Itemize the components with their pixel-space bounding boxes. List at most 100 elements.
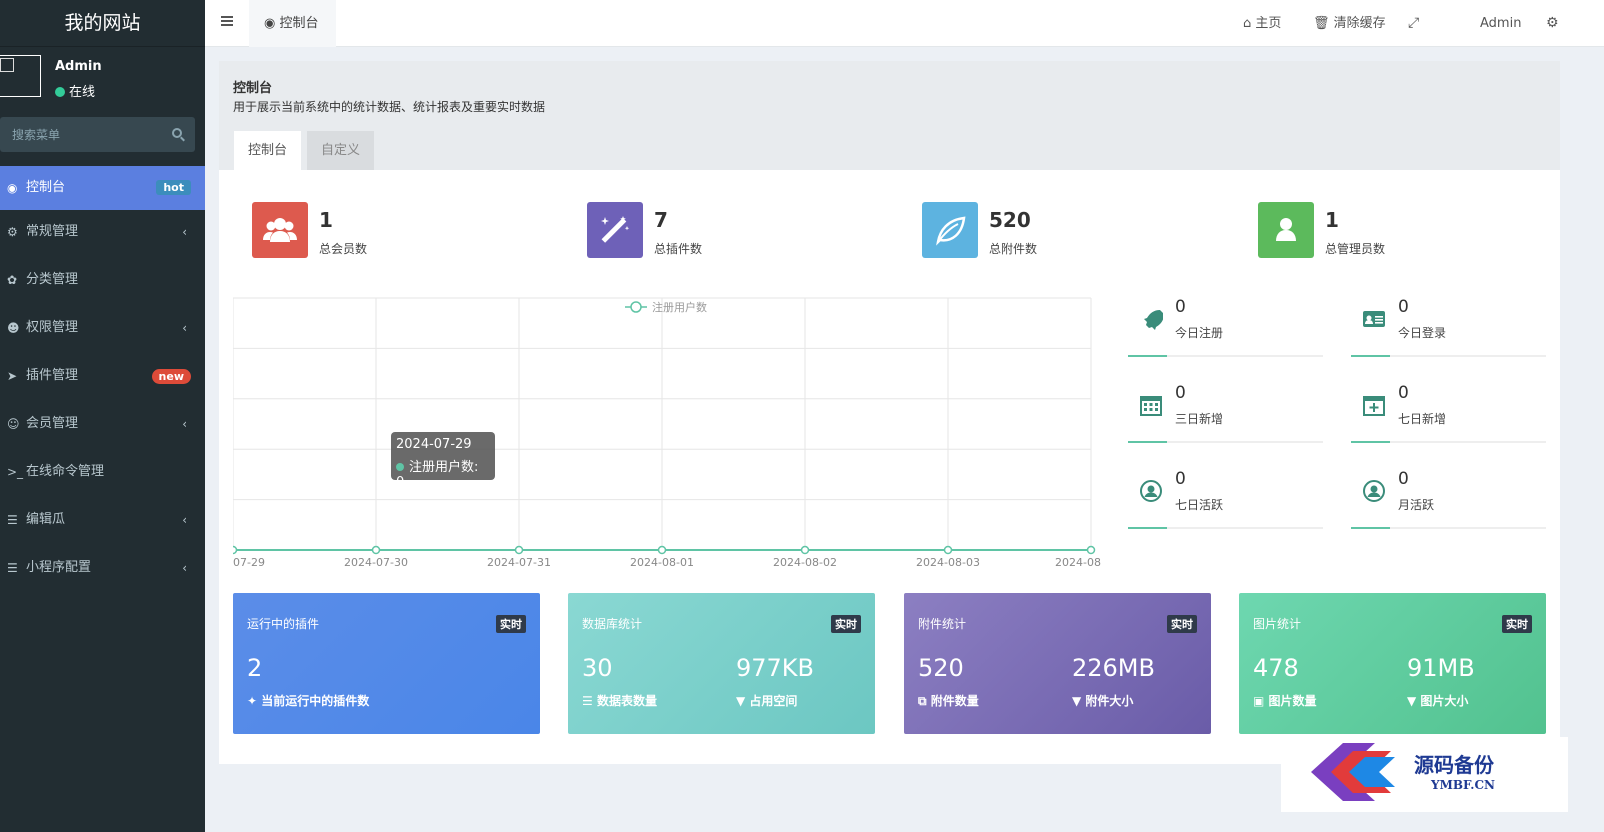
card-left-label-text: 当前运行中的插件数 [261,694,370,708]
tooltip-date: 2024-07-29 [396,437,472,452]
user-circle-icon [1140,480,1162,502]
home-label: 主页 [1255,16,1282,31]
progress-bar [1128,527,1323,529]
data-point [657,545,667,555]
mini-stat-label: 今日注册 [1175,326,1224,340]
mini-stat-value: 0 [1398,297,1409,317]
search-icon[interactable] [172,128,182,138]
stat-label: 总会员数 [319,242,368,256]
database-icon: ☰ [582,694,593,708]
sidebar-item-label: 插件管理 [26,368,79,383]
trash-icon: 🗑 [1313,16,1330,31]
sidebar-item-command[interactable]: >_ 在线命令管理 [0,450,205,498]
progress-bar [1128,441,1323,443]
realtime-badge: 实时 [496,615,526,633]
watermark-logo: 源码备份 YMBF.CN [1281,737,1568,812]
dashboard-icon: ◉ [7,181,18,195]
user-icon [1258,202,1314,258]
line-chart: 07-29 2024-07-30 2024-07-31 2024-08-01 2024-… [228,297,1101,569]
search-placeholder: 搜索菜单 [12,128,61,142]
x-tick-label: 2024-08-02 [773,556,837,569]
top-header: ◉ 控制台 ⌂ 主页 🗑 清除缓存 ⤢ Admin ⚙ [205,0,1604,47]
fullscreen-icon[interactable]: ⤢ [1408,0,1419,47]
rocket-icon: ➤ [7,369,18,383]
admin-user-menu[interactable]: Admin [1480,0,1521,47]
page-description: 用于展示当前系统中的统计数据、统计报表及重要实时数据 [233,100,546,114]
progress-bar [1351,355,1546,357]
progress-bar [1351,527,1546,529]
card-left-label: ⧉ 附件数量 [918,692,979,709]
series-dot-icon [396,463,404,471]
card-right-label-text: 占用空间 [749,694,798,708]
user-status: 在线 [55,81,95,100]
sidebar-item-addon[interactable]: ➤ 插件管理 new [0,354,205,402]
mini-stat-seven-day: 0 七日新增 [1351,383,1546,455]
chevron-left-icon: ‹ [182,417,187,431]
filter-icon: ▼ [1072,694,1082,708]
sidebar-item-general[interactable]: ⚙ 常规管理 ‹ [0,210,205,258]
hot-badge: hot [156,180,191,195]
mini-stat-today-register: 0 今日注册 [1128,297,1323,369]
sidebar-item-label: 编辑瓜 [26,512,66,527]
mini-stat-label: 月活跃 [1398,498,1435,512]
chevron-left-icon: ‹ [182,513,187,527]
sidebar-item-dashboard[interactable]: ◉ 控制台 hot [0,166,205,210]
chart-tooltip: 2024-07-29 注册用户数: 0 [391,432,495,490]
main-content: 控制台 用于展示当前系统中的统计数据、统计报表及重要实时数据 控制台 自定义 1… [219,61,1560,764]
card-left-label: ☰ 数据表数量 [582,692,657,709]
sidebar-item-editor[interactable]: ☰ 编辑瓜 ‹ [0,498,205,546]
clear-cache-button[interactable]: 🗑 清除缓存 [1313,0,1386,47]
card-title: 附件统计 [918,617,967,631]
watermark-title: 源码备份 [1414,753,1494,777]
menu-toggle-icon[interactable] [221,16,233,26]
card-right-label: ▼ 附件大小 [1072,692,1133,709]
progress-bar [1128,355,1323,357]
image-icon: ▣ [1253,694,1265,708]
tab-custom[interactable]: 自定义 [307,131,375,170]
home-icon: ⌂ [1243,16,1252,31]
dashboard-icon: ◉ [264,16,276,31]
mini-stat-label: 今日登录 [1398,326,1447,340]
settings-gear-icon[interactable]: ⚙ [1546,0,1559,47]
sidebar-item-auth[interactable]: ☻ 权限管理 ‹ [0,306,205,354]
stat-label: 总插件数 [654,242,703,256]
avatar-image-icon [0,58,14,72]
legend-label: 注册用户数 [652,300,707,314]
new-badge: new [151,369,191,384]
site-logo[interactable]: 我的网站 [0,0,205,47]
tab-dashboard[interactable]: ◉ 控制台 [249,0,336,47]
realtime-badge: 实时 [1502,615,1532,633]
files-icon: ⧉ [918,694,927,708]
card-database-stats: 数据库统计 实时 30 977KB ☰ 数据表数量 ▼ 占用空间 [568,593,875,734]
sidebar-menu: ◉ 控制台 hot ⚙ 常规管理 ‹ ✿ 分类管理 ☻ 权限管理 ‹ ➤ 插件管… [0,166,205,594]
stat-value: 7 [654,208,668,232]
chevron-left-icon: ‹ [182,321,187,335]
mini-stat-value: 0 [1175,469,1186,489]
tooltip-value: 注册用户数: 0 [396,456,490,490]
sidebar-item-label: 分类管理 [26,272,79,287]
card-left-label: ✦ 当前运行中的插件数 [247,692,369,709]
stat-label: 总附件数 [989,242,1038,256]
user-name: Admin [55,59,102,74]
sidebar-item-user[interactable]: ☺ 会员管理 ‹ [0,402,205,450]
sidebar-item-miniprogram[interactable]: ☰ 小程序配置 ‹ [0,546,205,594]
home-link[interactable]: ⌂ 主页 [1243,0,1281,47]
data-point [943,545,953,555]
user-panel: Admin 在线 [0,47,205,110]
mini-stat-label: 三日新增 [1175,412,1224,426]
menu-search-input[interactable]: 搜索菜单 [0,117,195,152]
leaf-icon: ✿ [7,273,18,287]
registration-chart: 07-29 2024-07-30 2024-07-31 2024-08-01 2024-… [228,296,1103,576]
watermark-graphic [1311,743,1395,801]
card-left-value: 30 [582,654,613,682]
sidebar-item-category[interactable]: ✿ 分类管理 [0,258,205,306]
card-attachment-stats: 附件统计 实时 520 226MB ⧉ 附件数量 ▼ 附件大小 [904,593,1211,734]
card-title: 图片统计 [1253,617,1302,631]
tab-dashboard-panel[interactable]: 控制台 [234,131,302,170]
user-circle-icon: ☺ [7,417,20,431]
group-icon: ☻ [7,321,20,335]
progress-bar [1351,441,1546,443]
app: 我的网站 Admin 在线 搜索菜单 ◉ 控制台 hot ⚙ 常规管理 ‹ ✿ … [0,0,1604,832]
mini-stat-value: 0 [1175,297,1186,317]
tab-label: 控制台 [279,16,319,31]
